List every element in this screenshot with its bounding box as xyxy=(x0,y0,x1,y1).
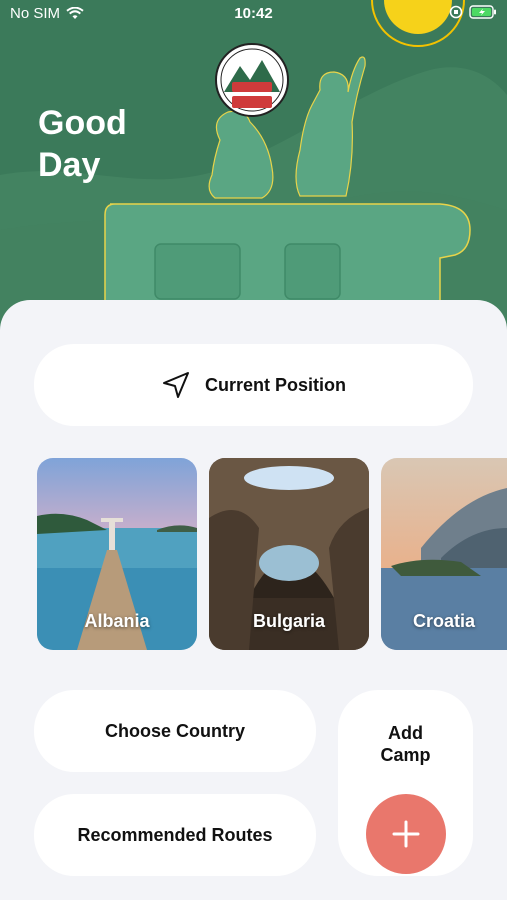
country-name: Croatia xyxy=(412,611,475,631)
recommended-routes-label: Recommended Routes xyxy=(77,824,273,845)
country-card-bulgaria[interactable]: Bulgaria xyxy=(209,458,369,650)
add-camp-button[interactable] xyxy=(366,794,446,874)
country-name: Albania xyxy=(84,611,150,631)
greeting-line-1: Good xyxy=(38,104,127,142)
country-name: Bulgaria xyxy=(252,611,326,631)
greeting-title: Good Day xyxy=(38,102,127,186)
choose-country-button[interactable]: Choose Country xyxy=(34,690,316,772)
orientation-lock-icon xyxy=(449,5,463,19)
current-position-label: Current Position xyxy=(204,374,346,395)
battery-icon xyxy=(469,5,496,19)
recommended-routes-button[interactable]: Recommended Routes xyxy=(34,794,316,876)
status-time: 10:42 xyxy=(234,5,273,22)
choose-country-label: Choose Country xyxy=(104,720,245,741)
status-bar: No SIM 10:42 xyxy=(0,0,507,30)
current-position-button[interactable]: Current Position xyxy=(34,344,473,426)
add-camp-label: Add Camp xyxy=(338,722,473,766)
hero-banner: No SIM 10:42 Good Day xyxy=(0,0,507,340)
logo-badge xyxy=(215,43,289,117)
add-camp-line-1: Add xyxy=(388,723,423,743)
country-carousel[interactable]: Albania Bulgaria Croatia xyxy=(37,458,507,650)
navigation-arrow-icon xyxy=(162,372,189,398)
add-camp-line-2: Camp xyxy=(380,745,431,765)
plus-icon xyxy=(392,820,420,848)
country-card-albania[interactable]: Albania xyxy=(37,458,197,650)
country-card-croatia[interactable]: Croatia xyxy=(381,458,507,650)
greeting-line-2: Day xyxy=(38,146,101,184)
